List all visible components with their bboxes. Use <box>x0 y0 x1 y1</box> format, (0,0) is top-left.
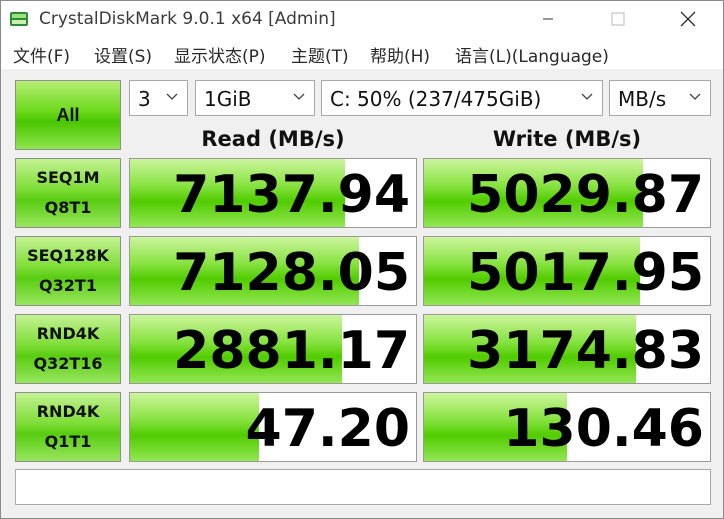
read-progress-bar <box>130 393 259 461</box>
seq128k-q32t1-button[interactable]: SEQ128K Q32T1 <box>15 236 121 306</box>
menu-display-status[interactable]: 显示状态(P) <box>174 42 266 67</box>
read-value: 47.20 <box>245 399 410 459</box>
chevron-down-icon <box>293 93 305 100</box>
close-icon <box>680 11 696 27</box>
row-label-line2: Q32T16 <box>33 354 103 373</box>
unit-value: MB/s <box>618 87 667 111</box>
write-result-cell: 5017.95 <box>423 236 711 306</box>
menu-help[interactable]: 帮助(H) <box>370 42 430 67</box>
write-result-cell: 130.46 <box>423 392 711 462</box>
row-label-line2: Q1T1 <box>44 432 92 451</box>
write-value: 5017.95 <box>467 243 704 303</box>
app-disk-icon <box>10 12 28 26</box>
menu-settings[interactable]: 设置(S) <box>94 42 152 67</box>
test-count-select[interactable]: 3 <box>129 80 188 116</box>
row-label-line1: RND4K <box>36 402 100 421</box>
read-result-cell: 47.20 <box>129 392 417 462</box>
read-value: 7128.05 <box>173 243 410 303</box>
app-window: CrystalDiskMark 9.0.1 x64 [Admin] 文件(F) … <box>0 0 724 519</box>
row-label-line2: Q32T1 <box>39 276 97 295</box>
close-button[interactable] <box>665 1 711 37</box>
drive-select[interactable]: C: 50% (237/475GiB) <box>321 80 603 116</box>
row-label-line1: SEQ128K <box>27 246 109 265</box>
chevron-down-icon <box>581 93 593 100</box>
read-result-cell: 7137.94 <box>129 158 417 228</box>
unit-select[interactable]: MB/s <box>609 80 711 116</box>
chevron-down-icon <box>166 93 178 100</box>
status-bar <box>15 469 711 505</box>
drive-value: C: 50% (237/475GiB) <box>330 87 542 111</box>
minimize-icon <box>543 18 553 20</box>
maximize-icon <box>611 12 625 26</box>
window-title: CrystalDiskMark 9.0.1 x64 [Admin] <box>39 9 336 29</box>
menu-bar: 文件(F) 设置(S) 显示状态(P) 主题(T) 帮助(H) 语言(L)(La… <box>1 37 723 69</box>
row-label-line1: RND4K <box>36 324 100 343</box>
read-column-header: Read (MB/s) <box>201 127 345 151</box>
menu-language[interactable]: 语言(L)(Language) <box>455 42 609 67</box>
minimize-button[interactable] <box>525 1 571 37</box>
write-value: 3174.83 <box>467 321 704 381</box>
write-value: 130.46 <box>503 399 704 459</box>
test-size-select[interactable]: 1GiB <box>195 80 315 116</box>
read-result-cell: 2881.17 <box>129 314 417 384</box>
read-value: 2881.17 <box>173 321 410 381</box>
rnd4k-q1t1-button[interactable]: RND4K Q1T1 <box>15 392 121 462</box>
test-count-value: 3 <box>138 87 151 111</box>
row-label-line1: SEQ1M <box>36 168 100 187</box>
menu-theme[interactable]: 主题(T) <box>291 42 349 67</box>
main-panel: All 3 1GiB C: 50% (237/475GiB) MB/s Read… <box>1 69 723 518</box>
write-result-cell: 3174.83 <box>423 314 711 384</box>
write-result-cell: 5029.87 <box>423 158 711 228</box>
write-value: 5029.87 <box>467 165 704 225</box>
seq1m-q8t1-button[interactable]: SEQ1M Q8T1 <box>15 158 121 228</box>
test-size-value: 1GiB <box>204 87 252 111</box>
menu-file[interactable]: 文件(F) <box>13 42 70 67</box>
chevron-down-icon <box>689 93 701 100</box>
rnd4k-q32t16-button[interactable]: RND4K Q32T16 <box>15 314 121 384</box>
all-button[interactable]: All <box>15 80 121 150</box>
write-column-header: Write (MB/s) <box>492 127 642 151</box>
maximize-button[interactable] <box>595 1 641 37</box>
row-label-line2: Q8T1 <box>44 198 92 217</box>
title-bar: CrystalDiskMark 9.0.1 x64 [Admin] <box>1 1 723 37</box>
read-value: 7137.94 <box>173 165 410 225</box>
read-result-cell: 7128.05 <box>129 236 417 306</box>
